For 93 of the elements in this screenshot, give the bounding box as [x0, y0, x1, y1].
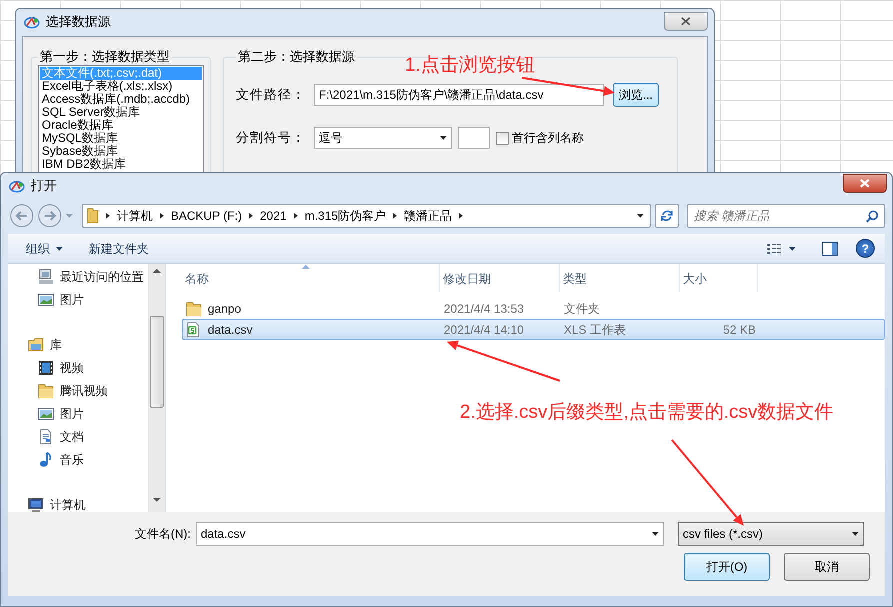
nav-item[interactable]: 腾讯视频	[8, 379, 165, 402]
field-label: 文件路径：	[236, 86, 307, 104]
list-item[interactable]: Oracle数据库	[40, 119, 202, 132]
cancel-button[interactable]: 取消	[784, 553, 870, 581]
folder-icon	[186, 300, 202, 316]
refresh-button[interactable]	[655, 204, 679, 228]
file-type-dropdown[interactable]: csv files (*.csv)	[678, 522, 864, 546]
chevron-icon	[292, 212, 299, 220]
breadcrumb-item[interactable]: 赣潘正品	[404, 207, 452, 225]
app-icon	[9, 178, 25, 192]
document-icon	[38, 428, 54, 444]
list-item[interactable]: Access数据库(.mdb;.accdb)	[40, 93, 202, 106]
list-item[interactable]: MySQL数据库	[40, 132, 202, 145]
nav-item[interactable]: 视频	[8, 356, 165, 379]
file-date: 2021/4/4 13:53	[443, 300, 526, 318]
address-bar[interactable]: 计算机 BACKUP (F:) 2021 m.315防伪客户 赣潘正品	[82, 204, 652, 228]
dropdown-caret-icon[interactable]	[637, 214, 644, 218]
close-icon	[859, 178, 871, 189]
folder-icon	[38, 382, 54, 398]
file-row[interactable]: data.csv 2021/4/4 14:10 XLS 工作表 52 KB	[182, 319, 885, 340]
nav-item[interactable]: 图片	[8, 402, 165, 425]
nav-item[interactable]: 库	[8, 333, 165, 356]
list-item[interactable]: Sybase数据库	[40, 145, 202, 158]
checkbox-label: 首行含列名称	[512, 130, 584, 147]
column-header[interactable]: 大小	[680, 264, 758, 292]
file-row[interactable]: ganpo 2021/4/4 13:53 文件夹	[182, 298, 885, 319]
breadcrumb-item[interactable]: 计算机	[117, 207, 153, 225]
pictures-icon	[38, 292, 54, 308]
pictures-icon	[38, 406, 54, 422]
scrollbar-thumb[interactable]	[150, 316, 164, 408]
field-label: 分割符号：	[236, 129, 307, 148]
close-button[interactable]	[843, 174, 887, 193]
nav-item[interactable]: 图片	[8, 288, 165, 311]
checkbox[interactable]	[496, 132, 509, 144]
annotation-text: 1.点击浏览按钮	[405, 56, 535, 75]
folder-icon	[87, 208, 99, 224]
group-title: 第二步：选择数据源	[237, 49, 356, 65]
nav-item[interactable]: 音乐	[8, 448, 165, 471]
refresh-icon	[660, 209, 674, 223]
column-header[interactable]: 名称	[182, 264, 440, 292]
search-icon	[866, 210, 879, 223]
path-field[interactable]: F:\2021\m.315防伪客户\赣潘正品\data.csv	[314, 84, 604, 106]
recent-places-icon	[38, 268, 54, 284]
breadcrumb-item[interactable]: 2021	[260, 207, 287, 225]
caret-icon	[789, 246, 796, 250]
breadcrumb-item[interactable]: m.315防伪客户	[304, 207, 386, 225]
library-icon	[28, 336, 44, 352]
group-title: 第一步：选择数据类型	[39, 49, 171, 65]
video-icon	[38, 360, 54, 376]
file-size: 52 KB	[722, 322, 757, 338]
caret-icon	[652, 532, 659, 536]
file-name: data.csv	[208, 322, 253, 338]
chevron-icon	[392, 212, 398, 220]
file-date: 2021/4/4 14:10	[443, 322, 526, 338]
view-list-icon	[767, 242, 783, 254]
chevron-icon	[458, 212, 464, 220]
column-header[interactable]: 类型	[560, 264, 680, 292]
search-field[interactable]: 搜索 赣潘正品	[687, 204, 885, 228]
toolbar-button[interactable]: 新建文件夹	[81, 236, 157, 260]
preview-pane-icon	[822, 242, 838, 256]
separator-input[interactable]	[458, 127, 490, 149]
separator-dropdown[interactable]: 逗号	[314, 127, 452, 149]
nav-item[interactable]: 文档	[8, 425, 165, 448]
nav-item[interactable]: 最近访问的位置	[8, 265, 165, 288]
column-header[interactable]: 修改日期	[440, 264, 560, 292]
dialog-title: 打开	[31, 176, 57, 195]
file-type: XLS 工作表	[563, 322, 628, 338]
file-name-field[interactable]: data.csv	[196, 522, 664, 546]
chevron-icon	[105, 212, 111, 220]
caret-icon	[440, 136, 447, 140]
chevron-icon	[248, 212, 254, 220]
spreadsheet-file-icon	[186, 322, 202, 338]
help-button[interactable]: ?	[856, 239, 875, 258]
file-type: 文件夹	[563, 300, 601, 318]
caret-icon	[852, 532, 859, 536]
browse-button[interactable]: 浏览...	[613, 83, 659, 107]
close-button[interactable]	[664, 12, 708, 31]
list-item[interactable]: Excel电子表格(.xls;.xlsx)	[40, 80, 202, 93]
computer-icon	[28, 496, 44, 512]
field-label: 文件名(N):	[134, 526, 192, 543]
chevron-icon	[159, 212, 165, 220]
breadcrumb-item[interactable]: BACKUP (F:)	[171, 207, 242, 225]
open-button[interactable]: 打开(O)	[684, 553, 770, 581]
annotation-text: 2.选择.csv后缀类型,点击需要的.csv数据文件	[460, 403, 834, 422]
file-name: ganpo	[208, 300, 242, 318]
nav-item[interactable]: 计算机	[8, 493, 165, 512]
organize-menu[interactable]: 组织	[18, 236, 71, 260]
music-note-icon	[38, 452, 54, 468]
close-icon	[680, 16, 692, 27]
list-item[interactable]: SQL Server数据库	[40, 106, 202, 119]
window-title: 选择数据源	[46, 13, 111, 32]
app-icon	[24, 15, 40, 29]
list-item[interactable]: IBM DB2数据库	[40, 158, 202, 171]
